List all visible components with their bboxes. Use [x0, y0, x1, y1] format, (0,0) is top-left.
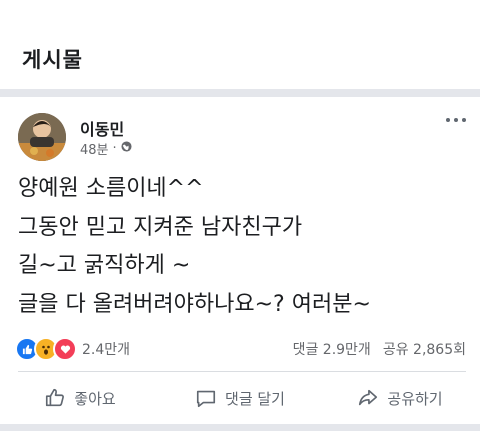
thumbs-up-icon: [44, 387, 66, 409]
comment-label: 댓글 달기: [225, 389, 285, 408]
share-arrow-icon: [357, 387, 379, 409]
page-title: 게시물: [22, 48, 83, 72]
post-text: 양예원 소름이네^^ 그동안 믿고 지켜준 남자친구가 길~고 굵직하게 ~ 글…: [18, 176, 371, 317]
post-actions: 좋아요 댓글 달기 공유하기: [0, 372, 480, 424]
share-count[interactable]: 공유 2,865회: [383, 339, 466, 359]
like-label: 좋아요: [74, 389, 116, 408]
share-label: 공유하기: [387, 389, 443, 408]
avatar[interactable]: [18, 113, 66, 161]
post-stats: 댓글 2.9만개 공유 2,865회: [293, 339, 466, 359]
globe-icon: [121, 141, 132, 156]
reactions-summary[interactable]: 2.4만개: [15, 337, 130, 361]
comment-bubble-icon: [195, 387, 217, 409]
like-button[interactable]: 좋아요: [0, 372, 160, 424]
more-dot-icon: [446, 118, 450, 122]
more-dot-icon: [454, 118, 458, 122]
comment-count[interactable]: 댓글 2.9만개: [293, 339, 371, 359]
meta-separator: ·: [112, 141, 117, 156]
more-options-button[interactable]: [446, 118, 466, 122]
post-author[interactable]: 이동민: [80, 116, 124, 140]
more-dot-icon: [462, 118, 466, 122]
post-meta: 48분 ·: [80, 139, 132, 158]
reaction-count: 2.4만개: [82, 342, 131, 358]
post-time[interactable]: 48분: [80, 139, 109, 158]
section-divider: [0, 89, 480, 97]
comment-button[interactable]: 댓글 달기: [160, 372, 320, 424]
bottom-divider: [0, 424, 480, 431]
love-icon: [53, 337, 77, 361]
share-button[interactable]: 공유하기: [320, 372, 480, 424]
